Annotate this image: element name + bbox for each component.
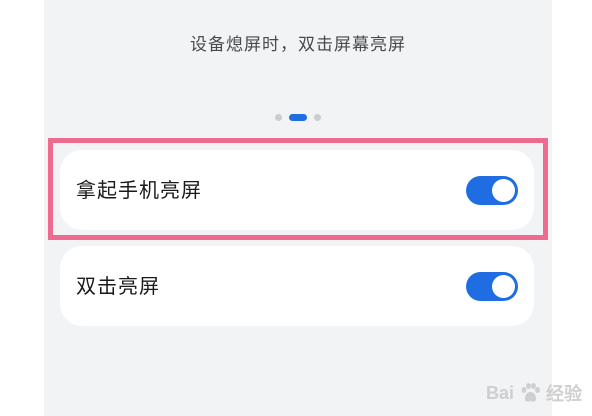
tutorial-screenshot: 设备熄屏时，双击屏幕亮屏 拿起手机亮屏 双击亮屏 Bai 经验 [0,0,592,416]
setting-label: 双击亮屏 [76,274,160,298]
page-dot-3[interactable] [314,113,321,121]
setting-label: 拿起手机亮屏 [76,178,202,202]
page-dot-2-active[interactable] [289,113,307,121]
watermark-text-left: Bai [485,382,514,403]
setting-raise-to-wake[interactable]: 拿起手机亮屏 [60,150,534,230]
page-indicator [44,112,552,122]
watermark-text-right: 经验 [546,384,582,404]
setting-double-tap-wake[interactable]: 双击亮屏 [60,246,534,326]
double-tap-wake-toggle[interactable] [466,272,518,301]
settings-screen: 设备熄屏时，双击屏幕亮屏 拿起手机亮屏 双击亮屏 [44,0,552,416]
raise-to-wake-toggle[interactable] [466,176,518,205]
watermark: Bai 经验 [486,380,582,406]
toggle-knob [492,275,515,298]
feature-caption: 设备熄屏时，双击屏幕亮屏 [190,35,406,55]
page-dot-1[interactable] [275,113,282,121]
paw-logo-icon [521,383,540,402]
toggle-knob [492,179,515,202]
